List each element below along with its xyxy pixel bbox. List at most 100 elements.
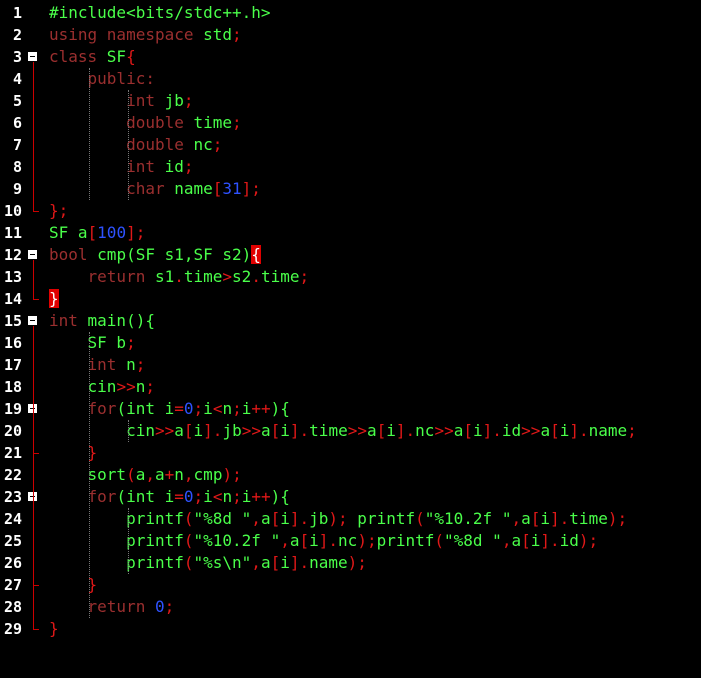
- code-line[interactable]: 9 char name[31];: [0, 178, 701, 200]
- fold-toggle-icon[interactable]: [28, 52, 37, 61]
- code-token: 0: [154, 597, 165, 616]
- code-line[interactable]: 17 int n;: [0, 354, 701, 376]
- fold-end-tick: [33, 299, 39, 300]
- code-line[interactable]: 27 }: [0, 574, 701, 596]
- code-line[interactable]: 24 printf("%8d ",a[i].jb); printf("%10.2…: [0, 508, 701, 530]
- code-token: ;: [232, 25, 242, 44]
- code-token: (: [183, 553, 194, 572]
- code-token: double: [49, 113, 194, 132]
- code-text: public:: [49, 68, 155, 90]
- code-token: time: [309, 421, 348, 440]
- code-token: ;: [164, 597, 175, 616]
- code-area[interactable]: 1 #include<bits/stdc++.h> 2 using namespace…: [0, 0, 701, 678]
- code-token: i: [193, 421, 204, 440]
- code-text: cin>>a[i].jb>>a[i].time>>a[i].nc>>a[i].i…: [49, 420, 637, 442]
- code-token: [: [530, 509, 541, 528]
- code-token: (: [126, 465, 136, 484]
- code-editor[interactable]: 1 #include<bits/stdc++.h> 2 using namespace…: [0, 0, 701, 678]
- code-line[interactable]: 13 return s1.time>s2.time;: [0, 266, 701, 288]
- fold-guide-line: [33, 414, 34, 453]
- code-text: char name[31];: [49, 178, 261, 200]
- code-token: a: [260, 421, 271, 440]
- code-line[interactable]: 4 public:: [0, 68, 701, 90]
- code-token: ,: [183, 465, 194, 484]
- code-token: printf: [347, 509, 416, 528]
- code-line[interactable]: 20 cin>>a[i].jb>>a[i].time>>a[i].nc>>a[i…: [0, 420, 701, 442]
- code-token: ]: [289, 421, 300, 440]
- code-token: int: [49, 157, 165, 176]
- code-line[interactable]: 22 sort(a,a+n,cmp);: [0, 464, 701, 486]
- code-token: i: [241, 399, 252, 418]
- code-token: std: [203, 25, 233, 44]
- code-token: i: [280, 421, 290, 440]
- code-line[interactable]: 23 for(int i=0;i<n;i++){: [0, 486, 701, 508]
- code-line[interactable]: 18 cin>>n;: [0, 376, 701, 398]
- code-line[interactable]: 10};: [0, 200, 701, 222]
- code-line[interactable]: 1 #include<bits/stdc++.h>: [0, 2, 701, 24]
- line-number: 14: [3, 290, 22, 308]
- code-token: ,: [501, 531, 512, 550]
- code-token: ]: [550, 509, 560, 528]
- code-token: n: [135, 377, 146, 396]
- code-line[interactable]: 14}: [0, 288, 701, 310]
- code-line[interactable]: 11 SF a[100];: [0, 222, 701, 244]
- fold-guide-line: [33, 260, 34, 299]
- code-token: ++: [251, 487, 271, 506]
- code-text: for(int i=0;i<n;i++){: [49, 398, 290, 420]
- code-token: i: [203, 399, 213, 418]
- code-line[interactable]: 15 int main(){: [0, 310, 701, 332]
- code-line[interactable]: 12 bool cmp(SF s1,SF s2){: [0, 244, 701, 266]
- code-line[interactable]: 3 class SF{: [0, 46, 701, 68]
- code-text: #include<bits/stdc++.h>: [49, 2, 271, 24]
- fold-guide-line: [33, 502, 34, 585]
- code-token: ){: [270, 399, 290, 418]
- code-line[interactable]: 29}: [0, 618, 701, 640]
- code-token: [: [212, 179, 223, 198]
- code-token: n: [222, 487, 233, 506]
- code-token: (: [183, 509, 194, 528]
- code-line[interactable]: 19 for(int i=0;i<n;i++){: [0, 398, 701, 420]
- line-number: 13: [3, 268, 22, 286]
- code-token: sort: [49, 465, 127, 484]
- code-token: >>: [434, 421, 454, 440]
- code-token: int: [49, 355, 127, 374]
- line-number: 16: [3, 334, 22, 352]
- code-line[interactable]: 5 int jb;: [0, 90, 701, 112]
- code-token: ;: [135, 355, 146, 374]
- code-token: cmp(SF s1,SF s2): [97, 245, 252, 264]
- code-text: int n;: [49, 354, 146, 376]
- code-line[interactable]: 25 printf("%10.2f ",a[i].nc);printf("%8d…: [0, 530, 701, 552]
- code-token: for: [49, 399, 117, 418]
- line-number: 25: [3, 532, 22, 550]
- code-token: +: [164, 465, 175, 484]
- line-number: 23: [3, 488, 22, 506]
- code-token: a: [521, 509, 531, 528]
- fold-toggle-icon[interactable]: [28, 316, 37, 325]
- code-token: [: [87, 223, 98, 242]
- code-token: (: [434, 531, 445, 550]
- code-token: printf: [49, 531, 184, 550]
- code-token: [: [463, 421, 473, 440]
- code-text: printf("%10.2f ",a[i].nc);printf("%8d ",…: [49, 530, 598, 552]
- code-text: SF b;: [49, 332, 136, 354]
- code-line[interactable]: 6 double time;: [0, 112, 701, 134]
- code-line[interactable]: 2 using namespace std;: [0, 24, 701, 46]
- code-line[interactable]: 8 int id;: [0, 156, 701, 178]
- code-token: int: [49, 91, 165, 110]
- code-token: );: [328, 509, 348, 528]
- code-token: int: [49, 311, 88, 330]
- code-token: ;: [193, 399, 204, 418]
- code-token: 100: [97, 223, 127, 242]
- indent-guide: [128, 90, 129, 200]
- code-line[interactable]: 7 double nc;: [0, 134, 701, 156]
- line-number: 19: [3, 400, 22, 418]
- code-token: [: [270, 421, 281, 440]
- code-line[interactable]: 16 SF b;: [0, 332, 701, 354]
- code-line[interactable]: 26 printf("%s\n",a[i].name);: [0, 552, 701, 574]
- code-line[interactable]: 21 }: [0, 442, 701, 464]
- code-line[interactable]: 28 return 0;: [0, 596, 701, 618]
- code-token: ,: [251, 553, 261, 572]
- code-token: cin: [49, 421, 155, 440]
- fold-toggle-icon[interactable]: [28, 250, 37, 259]
- line-number: 11: [3, 224, 22, 242]
